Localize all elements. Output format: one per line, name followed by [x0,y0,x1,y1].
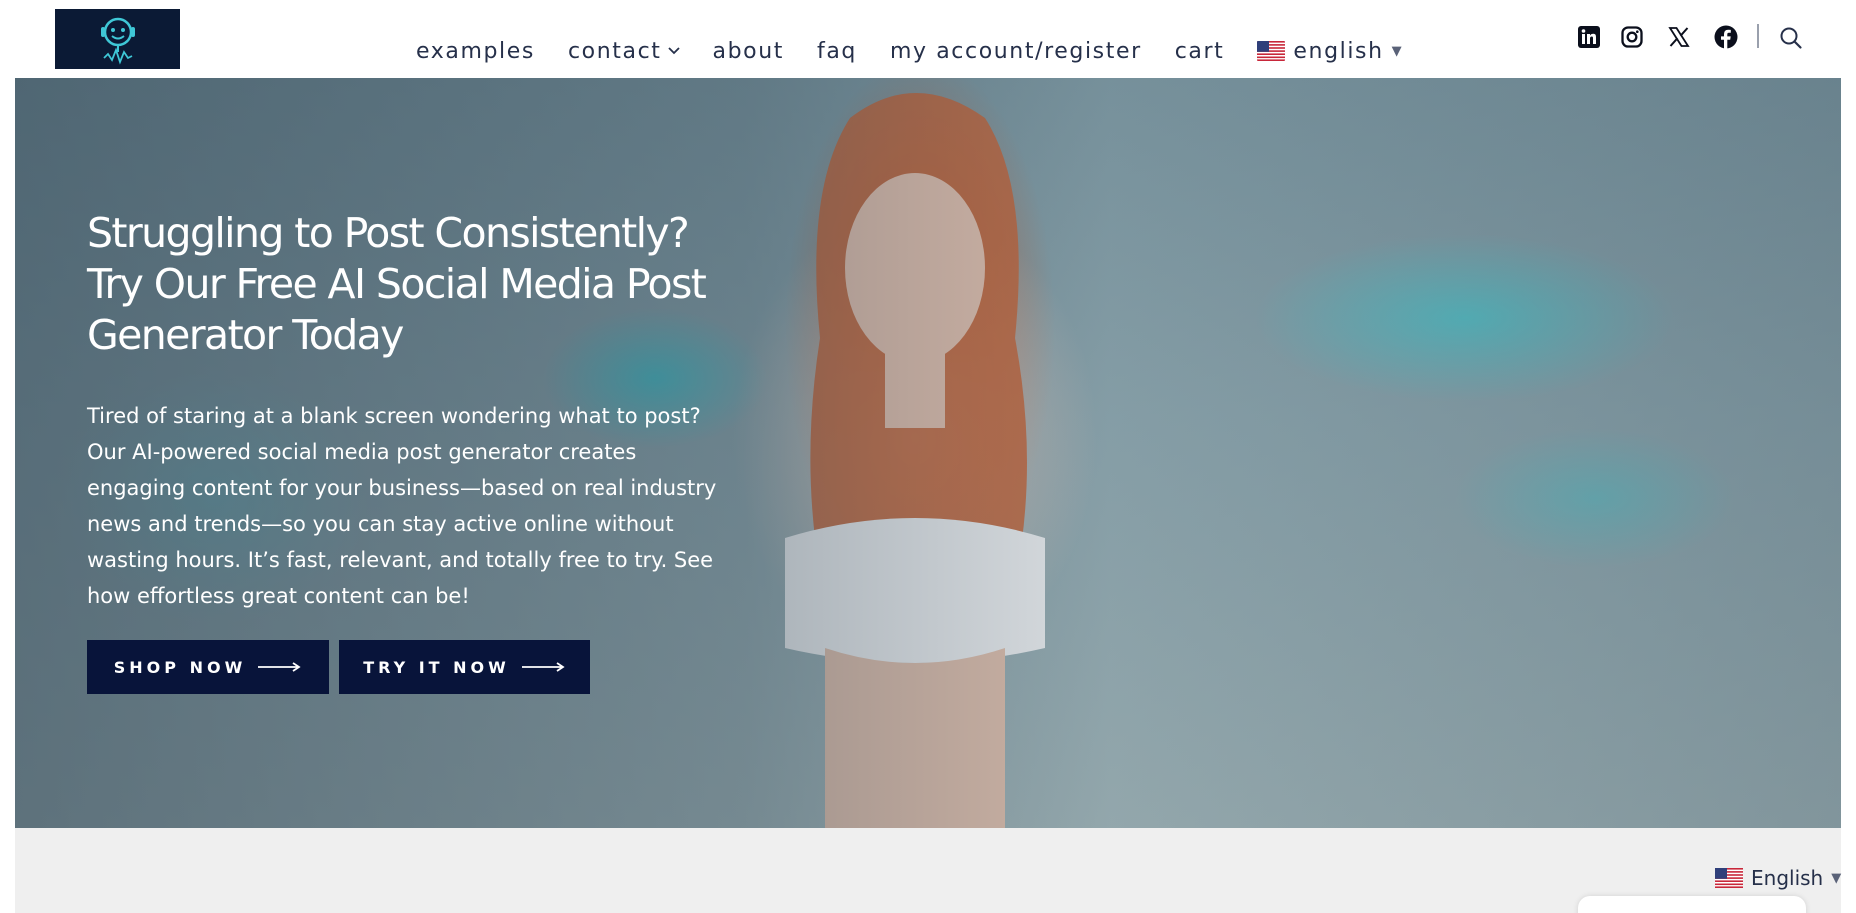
nav-item-cart[interactable]: cart [1175,39,1225,64]
instagram-icon [1621,26,1643,48]
nav-label: contact [567,38,662,64]
try-it-now-button[interactable]: TRY IT NOW [339,640,590,694]
arrow-right-icon [258,662,301,672]
nav-label: faq [816,38,857,64]
x-link[interactable] [1666,24,1692,50]
linkedin-link[interactable] [1576,24,1602,50]
nav-item-contact[interactable]: contact [568,39,680,64]
nav-item-faq[interactable]: faq [817,39,857,64]
search-icon [1780,27,1802,49]
facebook-link[interactable] [1713,24,1739,50]
instagram-link[interactable] [1619,24,1645,50]
nav-label: examples [416,38,535,64]
robot-headset-logo-icon [100,17,135,65]
language-selector[interactable]: english ▼ [1257,39,1403,64]
language-label: english [1293,38,1384,64]
button-label: TRY IT NOW [363,657,510,677]
floating-widget-card[interactable] [1578,896,1806,913]
hero-title: Struggling to Post Consistently? Try Our… [87,209,707,359]
main-nav: examples contact about faq my account/re… [416,36,1436,66]
us-flag-icon [1257,41,1286,61]
chevron-down-icon [667,47,680,55]
nav-label: cart [1174,38,1225,64]
us-flag-icon [1715,868,1743,888]
nav-item-about[interactable]: about [713,39,784,64]
nav-label: about [712,38,784,64]
x-icon [1668,27,1690,47]
header-divider [1757,24,1759,48]
caret-down-icon: ▼ [1831,870,1842,886]
nav-label: my account/register [889,38,1142,64]
site-header: examples contact about faq my account/re… [0,0,1856,78]
search-button[interactable] [1778,25,1804,51]
nav-item-examples[interactable]: examples [416,39,535,64]
hero-description: Tired of staring at a blank screen wonde… [87,404,717,608]
caret-down-icon: ▼ [1391,43,1404,59]
hero-section: Struggling to Post Consistently? Try Our… [15,78,1841,828]
language-label: English [1751,866,1824,890]
linkedin-icon [1578,26,1600,48]
content-section [15,828,1841,913]
shop-now-button[interactable]: SHOP NOW [87,640,329,694]
facebook-icon [1714,25,1738,49]
button-label: SHOP NOW [113,657,247,677]
floating-language-selector[interactable]: English ▼ [1715,866,1841,890]
site-logo[interactable] [55,9,180,69]
nav-item-my-account[interactable]: my account/register [890,39,1142,64]
arrow-right-icon [521,662,565,672]
